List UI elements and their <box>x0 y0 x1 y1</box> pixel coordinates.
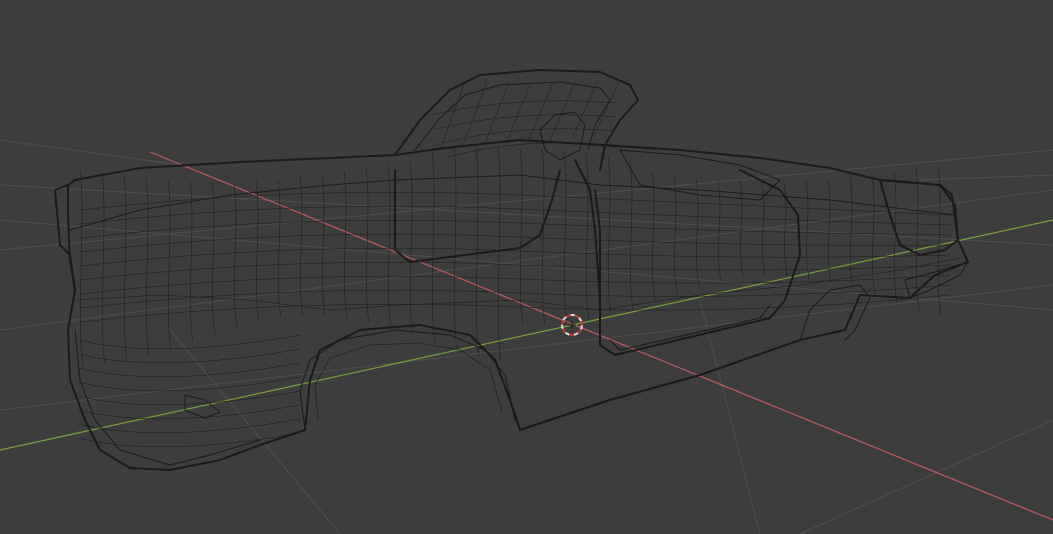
car-body-outline <box>67 139 969 471</box>
mesh-edge <box>629 159 634 309</box>
floor-grid <box>0 139 1053 534</box>
mesh-edge <box>607 156 612 316</box>
mesh-edge <box>475 148 480 357</box>
mesh-edge <box>79 169 84 366</box>
y-axis-line <box>0 219 1053 451</box>
mesh-edge <box>431 150 436 343</box>
mesh-edge <box>673 175 678 295</box>
mesh-edge <box>409 162 414 335</box>
mesh-edge <box>77 376 301 392</box>
mesh-edge <box>77 334 301 350</box>
mesh-edge <box>79 274 951 295</box>
mesh-edge <box>505 81 532 145</box>
mesh-edge <box>849 177 854 289</box>
tail-light <box>184 394 221 419</box>
mesh-edge <box>549 81 576 141</box>
3d-viewport[interactable] <box>0 0 1053 534</box>
mesh-edge <box>805 180 810 279</box>
mesh-edge <box>435 114 616 130</box>
rear-wheel-arch-inner <box>314 342 503 421</box>
mesh-edge <box>277 179 282 318</box>
mesh-edge <box>387 165 392 328</box>
mesh-edge <box>77 348 301 364</box>
beltline <box>69 174 956 231</box>
mesh-edge <box>211 181 216 335</box>
mesh-edge <box>145 177 150 356</box>
mesh-edge <box>541 149 546 326</box>
mesh-edge <box>365 168 370 323</box>
mesh-edge <box>937 165 942 317</box>
mesh-edge <box>79 284 951 309</box>
mesh-edge <box>497 147 502 362</box>
mesh-edge <box>439 81 466 151</box>
mesh-edge <box>739 181 744 278</box>
mesh-edge <box>651 172 656 302</box>
mesh-edge <box>189 181 194 343</box>
viewport-canvas[interactable] <box>0 0 1053 534</box>
mesh-edge <box>79 247 951 267</box>
mesh-edge <box>79 294 951 323</box>
mesh-edge <box>915 168 920 311</box>
mesh-edge <box>343 171 348 318</box>
mesh-edge <box>827 179 832 283</box>
mesh-lines <box>77 81 951 448</box>
mesh-edge <box>77 362 301 378</box>
x-axis-line <box>149 151 1053 521</box>
mesh-edge <box>233 181 238 328</box>
mesh-edge <box>483 81 510 147</box>
rear-tail <box>54 184 76 291</box>
mesh-edge <box>563 151 568 325</box>
mesh-edge <box>79 191 951 216</box>
mesh-edge <box>79 219 951 239</box>
car-wireframe-model[interactable] <box>54 69 969 471</box>
3d-cursor-icon[interactable] <box>561 314 583 336</box>
mesh-edge <box>101 172 106 365</box>
interior-seat <box>539 111 586 161</box>
mesh-edge <box>77 390 301 406</box>
mesh-edge <box>453 149 458 350</box>
mesh-edge <box>123 175 128 361</box>
mesh-edge <box>321 174 326 316</box>
